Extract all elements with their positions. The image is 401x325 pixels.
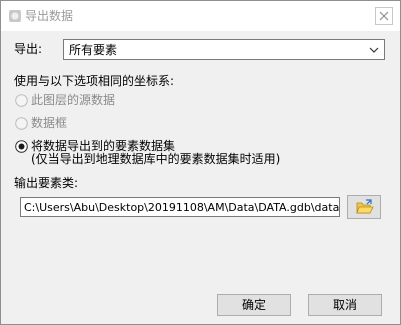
radio-source-data-label: 此图层的源数据 (31, 93, 116, 107)
export-selected-value: 所有要素 (69, 43, 118, 57)
app-icon (9, 10, 21, 22)
radio-data-frame[interactable] (15, 117, 28, 130)
export-data-dialog: 导出数据 导出: 所有要素 使用与以下选项相同的坐标系: 此图层的源数据 数据框… (0, 0, 401, 325)
chevron-down-icon (369, 47, 379, 53)
export-label: 导出: (14, 42, 43, 56)
output-path-field[interactable] (20, 197, 340, 217)
window-title: 导出数据 (25, 9, 74, 23)
close-icon[interactable] (375, 7, 393, 25)
radio-data-frame-label: 数据框 (31, 116, 68, 130)
cancel-button[interactable]: 取消 (308, 294, 382, 316)
output-feature-class-label: 输出要素类: (14, 176, 79, 190)
feature-dataset-note: (仅当导出到地理数据库中的要素数据集时适用) (31, 152, 281, 166)
export-select[interactable]: 所有要素 (63, 39, 385, 60)
radio-source-data[interactable] (15, 94, 28, 107)
output-path-input[interactable] (21, 198, 339, 216)
browse-button[interactable] (347, 195, 381, 219)
coordinate-system-label: 使用与以下选项相同的坐标系: (14, 74, 175, 88)
folder-open-icon (356, 199, 374, 214)
radio-feature-dataset[interactable] (15, 140, 28, 153)
ok-button[interactable]: 确定 (217, 294, 291, 316)
title-bar: 导出数据 (1, 1, 400, 31)
